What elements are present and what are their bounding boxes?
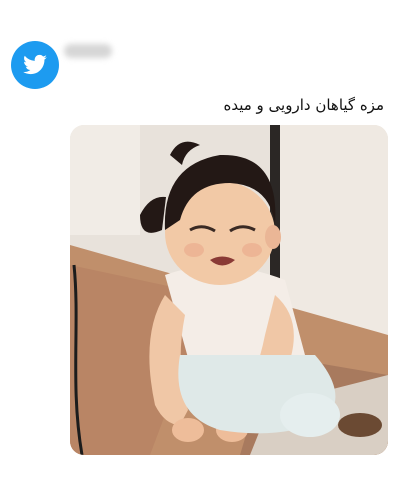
tweet-media-image[interactable] [70,125,388,455]
crying-toddler-photo [70,125,388,455]
username-redacted[interactable] [64,44,112,58]
tweet-card: مزه گیاهان دارویی و میده [0,0,400,500]
twitter-bird-icon[interactable] [11,41,59,89]
tweet-text: مزه گیاهان دارویی و میده [223,96,384,114]
